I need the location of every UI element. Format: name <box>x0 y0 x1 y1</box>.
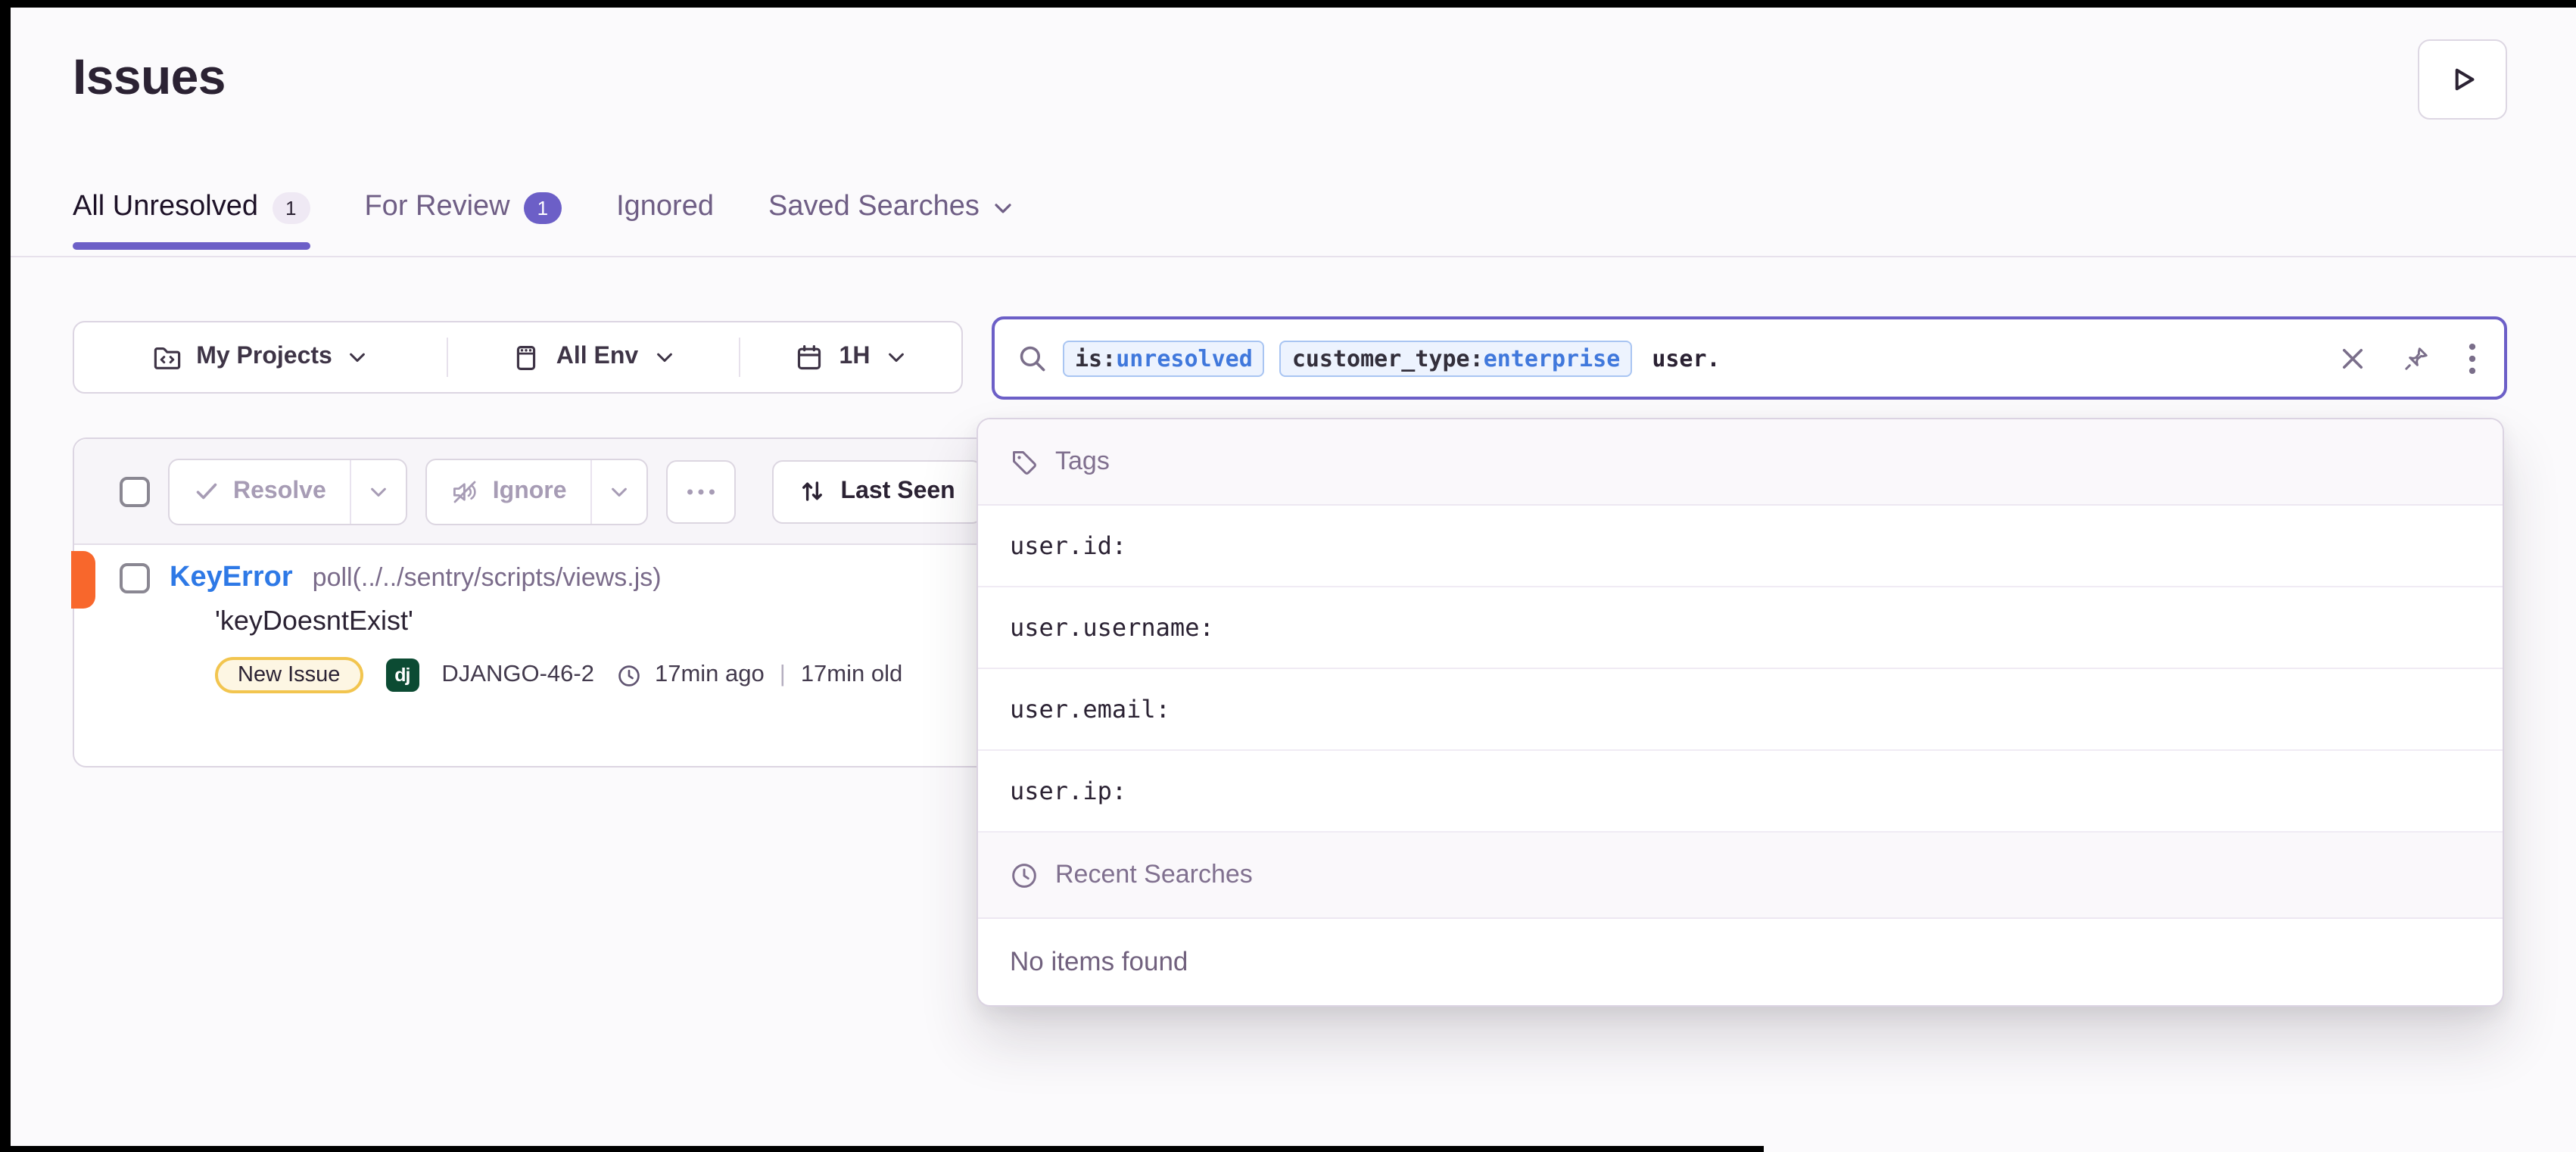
mute-icon <box>452 478 479 505</box>
suggestion-user-email[interactable]: user.email: <box>978 669 2503 751</box>
tab-all-unresolved[interactable]: All Unresolved 1 <box>73 191 310 250</box>
ignore-button[interactable]: Ignore <box>428 459 591 523</box>
issue-search-input[interactable]: is:unresolved customer_type:enterprise u… <box>992 316 2507 400</box>
environment-filter-label: All Env <box>556 344 638 371</box>
chevron-down-icon <box>347 347 369 368</box>
tags-header-label: Tags <box>1055 447 1110 477</box>
search-token-is-unresolved[interactable]: is:unresolved <box>1063 340 1265 376</box>
window-edge-left <box>0 0 11 1152</box>
close-icon[interactable] <box>2339 344 2366 372</box>
chevron-down-icon <box>653 347 674 368</box>
page-title: Issues <box>73 48 226 106</box>
check-icon <box>194 478 220 504</box>
tabs-divider <box>11 256 2576 257</box>
ignore-label: Ignore <box>493 478 567 505</box>
sort-by-button[interactable]: Last Seen <box>773 459 983 523</box>
sentry-issues-page: Issues All Unresolved 1 For Review 1 Ign… <box>0 0 2576 1152</box>
tag-icon <box>1010 447 1039 476</box>
search-suggestions-dropdown: Tags user.id: user.username: user.email:… <box>977 418 2504 1007</box>
issue-times: 17min ago | 17min old <box>617 662 902 689</box>
search-actions <box>2339 341 2477 375</box>
project-filter-dropdown[interactable]: My Projects <box>74 322 447 392</box>
token-key: is: <box>1075 344 1116 372</box>
clock-icon <box>617 662 643 688</box>
clock-icon <box>1010 861 1039 889</box>
environment-filter-dropdown[interactable]: All Env <box>448 322 739 392</box>
select-all-checkbox[interactable] <box>120 476 150 506</box>
issue-last-seen: 17min ago <box>655 662 765 689</box>
tab-count-badge: 1 <box>272 191 310 223</box>
pin-icon[interactable] <box>2403 344 2431 372</box>
replay-tour-button[interactable] <box>2418 39 2507 120</box>
meta-divider: | <box>777 662 789 689</box>
calendar-icon <box>796 343 824 372</box>
suggestion-user-id[interactable]: user.id: <box>978 506 2503 587</box>
sort-arrows-icon <box>800 478 826 504</box>
window-edge-bottom <box>0 1146 1764 1152</box>
new-issue-badge: New Issue <box>215 657 363 693</box>
tab-label: All Unresolved <box>73 191 258 224</box>
projects-folder-icon <box>152 343 181 372</box>
resolve-dropdown-caret[interactable] <box>350 459 406 523</box>
project-slug: DJANGO-46-2 <box>441 662 594 689</box>
ignore-dropdown-caret[interactable] <box>591 459 647 523</box>
no-items-found-text: No items found <box>978 919 2503 1005</box>
date-range-label: 1H <box>839 344 871 371</box>
resolve-button-group: Resolve <box>168 458 408 525</box>
resolve-button[interactable]: Resolve <box>170 459 350 523</box>
project-filter-label: My Projects <box>196 344 332 371</box>
token-value: enterprise <box>1484 344 1621 372</box>
issue-title-link[interactable]: KeyError <box>170 562 293 595</box>
django-project-icon: dj <box>385 659 419 692</box>
page-background: Issues All Unresolved 1 For Review 1 Ign… <box>0 0 2576 1152</box>
filter-bar: My Projects All Env 1H <box>73 321 963 394</box>
recent-searches-header: Recent Searches <box>978 833 2503 919</box>
kebab-menu-icon[interactable] <box>2468 341 2477 375</box>
search-icon <box>1017 343 1048 373</box>
window-edge-top <box>0 0 2576 8</box>
resolve-label: Resolve <box>233 478 326 505</box>
tab-for-review[interactable]: For Review 1 <box>364 191 562 250</box>
date-range-dropdown[interactable]: 1H <box>740 322 961 392</box>
more-actions-button[interactable] <box>667 459 737 523</box>
tab-label: Saved Searches <box>768 191 980 224</box>
token-key: customer_type: <box>1292 344 1484 372</box>
ellipsis-icon <box>687 487 717 496</box>
play-icon <box>2445 62 2480 97</box>
issue-checkbox[interactable] <box>120 563 150 593</box>
search-token-customer-type[interactable]: customer_type:enterprise <box>1280 340 1633 376</box>
chevron-down-icon <box>885 347 906 368</box>
tab-label: Ignored <box>616 191 714 224</box>
ignore-button-group: Ignore <box>426 458 649 525</box>
issues-tab-bar: All Unresolved 1 For Review 1 Ignored Sa… <box>73 191 1014 250</box>
error-level-bar <box>71 551 95 609</box>
chevron-down-icon <box>992 196 1014 219</box>
suggestion-user-username[interactable]: user.username: <box>978 587 2503 669</box>
issue-age: 17min old <box>801 662 902 689</box>
suggestion-user-ip[interactable]: user.ip: <box>978 751 2503 833</box>
tab-label: For Review <box>364 191 509 224</box>
recent-searches-label: Recent Searches <box>1055 860 1253 890</box>
tags-section-header: Tags <box>978 419 2503 506</box>
tab-ignored[interactable]: Ignored <box>616 191 714 250</box>
window-icon <box>512 343 541 372</box>
issue-culprit: poll(../../sentry/scripts/views.js) <box>313 563 662 593</box>
tab-count-badge: 1 <box>524 191 562 223</box>
sort-by-label: Last Seen <box>841 478 955 505</box>
token-value: unresolved <box>1116 344 1253 372</box>
search-free-text: user. <box>1652 344 1720 372</box>
tab-saved-searches[interactable]: Saved Searches <box>768 191 1014 250</box>
